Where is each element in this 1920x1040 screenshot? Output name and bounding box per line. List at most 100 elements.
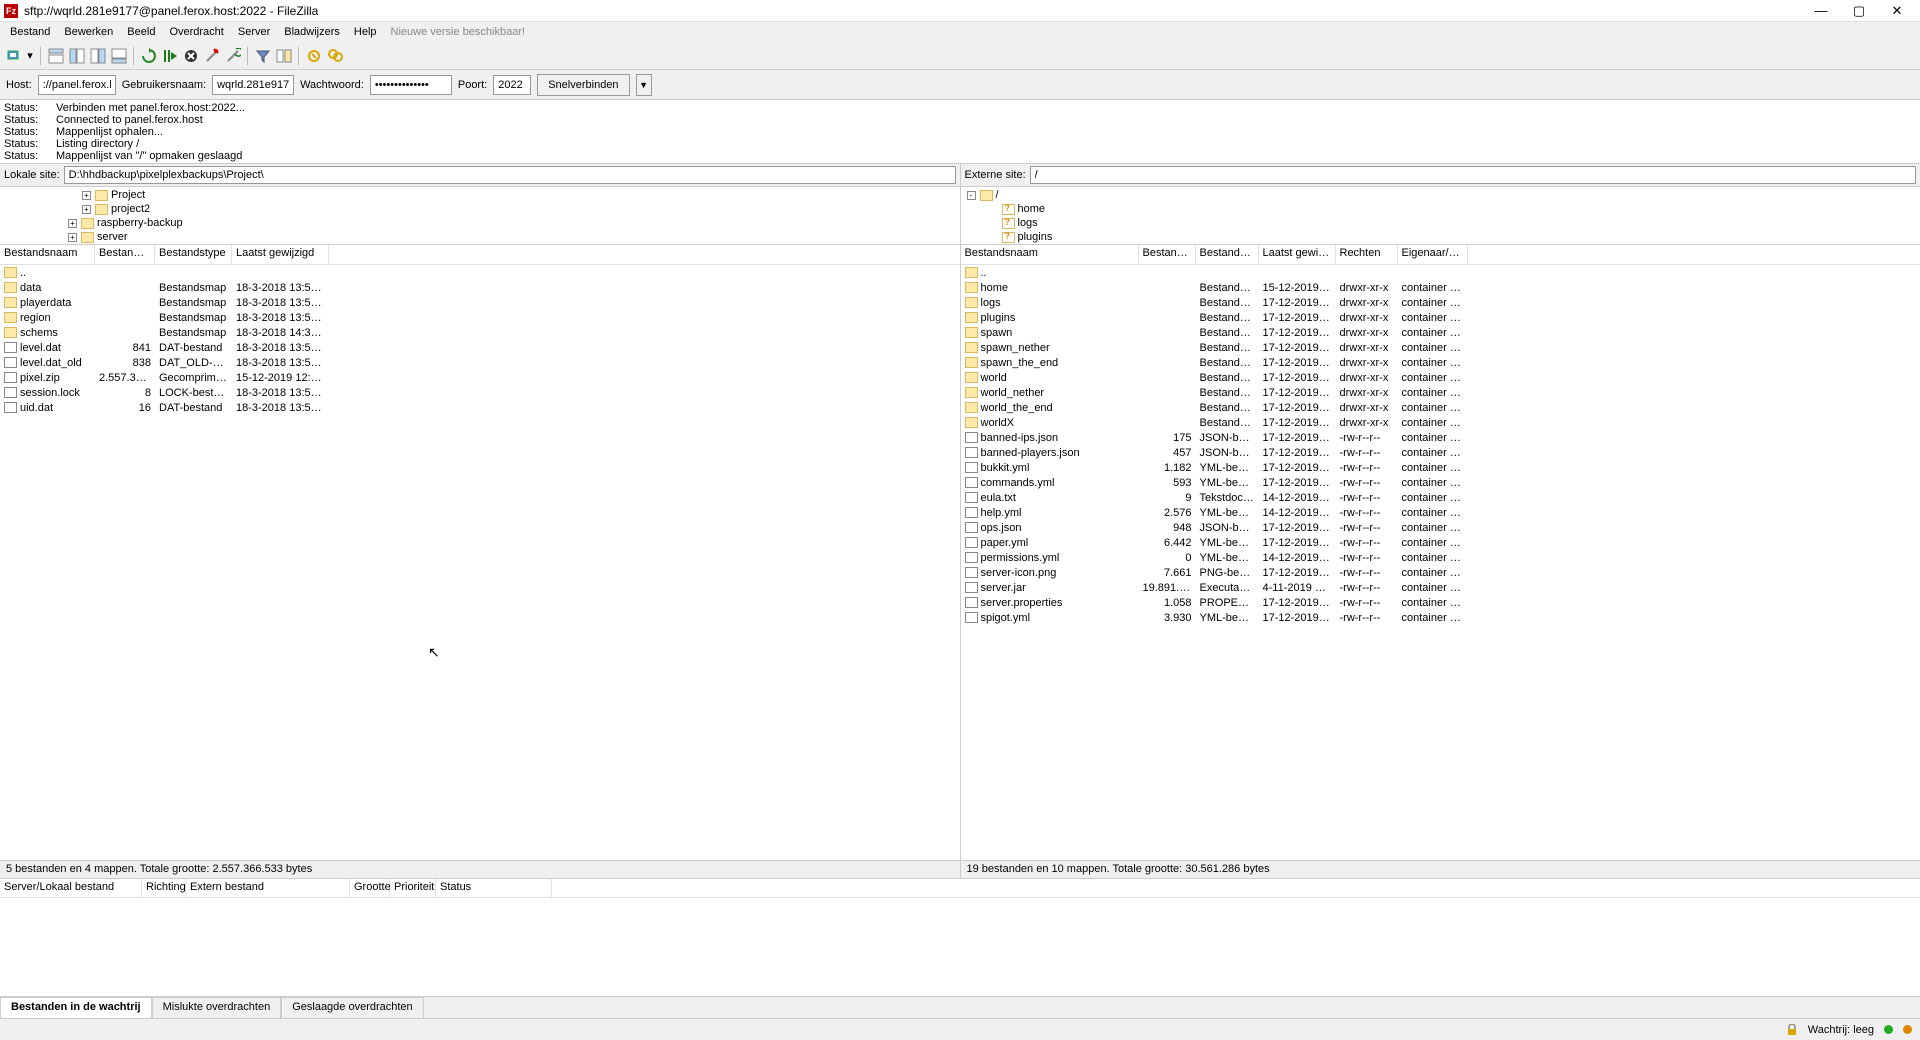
list-item[interactable]: worldBestandsm...17-12-2019 17:...drwxr-… (961, 370, 1920, 385)
menu-bewerken[interactable]: Bewerken (58, 24, 119, 40)
list-item[interactable]: pluginsBestandsm...17-12-2019 17:...drwx… (961, 310, 1920, 325)
toggle-local-tree-icon[interactable] (67, 46, 86, 65)
toggle-queue-icon[interactable] (109, 46, 128, 65)
remote-site-input[interactable] (1030, 166, 1916, 184)
col-owner[interactable]: Eigenaar/groep (1398, 245, 1468, 264)
toggle-remote-tree-icon[interactable] (88, 46, 107, 65)
list-item[interactable]: playerdataBestandsmap18-3-2018 13:58:59 (0, 295, 960, 310)
list-item[interactable]: banned-players.json457JSON-best...17-12-… (961, 445, 1920, 460)
list-item[interactable]: pixel.zip2.557.364.8...Gecomprimeer...15… (0, 370, 960, 385)
col-size[interactable]: Bestandsg... (1139, 245, 1196, 264)
list-item[interactable]: eula.txt9Tekstdocu...14-12-2019 22:...-r… (961, 490, 1920, 505)
tree-item[interactable]: +raspberry-backup (2, 216, 958, 230)
list-item[interactable]: spawn_netherBestandsm...17-12-2019 17:..… (961, 340, 1920, 355)
expander-icon[interactable]: + (68, 219, 77, 228)
q-col-dir[interactable]: Richting (142, 879, 186, 897)
remote-tree[interactable]: -/homelogsplugins (960, 187, 1920, 244)
reconnect-icon[interactable] (223, 46, 242, 65)
list-item[interactable]: permissions.yml0YML-besta...14-12-2019 2… (961, 550, 1920, 565)
tab-queued[interactable]: Bestanden in de wachtrij (0, 997, 152, 1018)
q-col-size[interactable]: Grootte (350, 879, 390, 897)
list-item[interactable]: ops.json948JSON-best...17-12-2019 17:...… (961, 520, 1920, 535)
site-manager-icon[interactable] (4, 46, 23, 65)
list-item[interactable]: server.properties1.058PROPERTIE...17-12-… (961, 595, 1920, 610)
q-col-status[interactable]: Status (436, 879, 552, 897)
expander-icon[interactable]: + (68, 233, 77, 242)
list-item[interactable]: spigot.yml3.930YML-besta...17-12-2019 17… (961, 610, 1920, 625)
maximize-button[interactable]: ▢ (1840, 0, 1878, 22)
expander-icon[interactable]: + (82, 205, 91, 214)
list-item[interactable]: regionBestandsmap18-3-2018 13:59:00 (0, 310, 960, 325)
minimize-button[interactable]: — (1802, 0, 1840, 22)
q-col-prio[interactable]: Prioriteit (390, 879, 436, 897)
local-site-input[interactable] (64, 166, 956, 184)
list-item[interactable]: server.jar19.891.199Executable...4-11-20… (961, 580, 1920, 595)
tree-item[interactable]: +server (2, 230, 958, 244)
col-type[interactable]: Bestandstype (155, 245, 232, 264)
site-manager-dropdown-icon[interactable]: ▾ (25, 46, 35, 65)
col-size[interactable]: Bestandsgr... (95, 245, 155, 264)
list-item[interactable]: worldXBestandsm...17-12-2019 17:...drwxr… (961, 415, 1920, 430)
expander-icon[interactable]: + (82, 191, 91, 200)
list-item[interactable]: session.lock8LOCK-bestand18-3-2018 13:58… (0, 385, 960, 400)
col-date[interactable]: Laatst gewijzigd (1259, 245, 1336, 264)
list-item[interactable]: world_the_endBestandsm...17-12-2019 17:.… (961, 400, 1920, 415)
list-item[interactable]: .. (961, 265, 1920, 280)
list-item[interactable]: help.yml2.576YML-besta...14-12-2019 22:.… (961, 505, 1920, 520)
list-item[interactable]: homeBestandsm...15-12-2019 15:...drwxr-x… (961, 280, 1920, 295)
port-input[interactable] (493, 75, 531, 95)
local-list-body[interactable]: ..dataBestandsmap18-3-2018 13:58:58playe… (0, 265, 960, 860)
list-item[interactable]: uid.dat16DAT-bestand18-3-2018 13:58:58 (0, 400, 960, 415)
list-item[interactable]: schemsBestandsmap18-3-2018 14:39:44 (0, 325, 960, 340)
toggle-log-icon[interactable] (46, 46, 65, 65)
list-item[interactable]: bukkit.yml1.182YML-besta...17-12-2019 17… (961, 460, 1920, 475)
col-perm[interactable]: Rechten (1336, 245, 1398, 264)
list-item[interactable]: server-icon.png7.661PNG-besta...17-12-20… (961, 565, 1920, 580)
col-name[interactable]: Bestandsnaam (961, 245, 1139, 264)
quickconnect-button[interactable]: Snelverbinden (537, 74, 629, 96)
tab-failed[interactable]: Mislukte overdrachten (152, 997, 282, 1018)
col-date[interactable]: Laatst gewijzigd (232, 245, 329, 264)
list-item[interactable]: commands.yml593YML-besta...17-12-2019 17… (961, 475, 1920, 490)
disconnect-icon[interactable] (202, 46, 221, 65)
list-item[interactable]: level.dat_old838DAT_OLD-best...18-3-2018… (0, 355, 960, 370)
host-input[interactable] (38, 75, 116, 95)
tree-item[interactable]: -/ (963, 188, 1919, 202)
search-icon[interactable] (325, 46, 344, 65)
compare-icon[interactable] (274, 46, 293, 65)
lock-icon[interactable] (1786, 1024, 1798, 1036)
filter-icon[interactable] (253, 46, 272, 65)
quickconnect-dropdown[interactable]: ▼ (636, 74, 652, 96)
tree-item[interactable]: plugins (963, 230, 1919, 244)
q-col-server[interactable]: Server/Lokaal bestand (0, 879, 142, 897)
list-item[interactable]: logsBestandsm...17-12-2019 17:...drwxr-x… (961, 295, 1920, 310)
pass-input[interactable] (370, 75, 452, 95)
menu-bestand[interactable]: Bestand (4, 24, 56, 40)
list-item[interactable]: level.dat841DAT-bestand18-3-2018 13:58:5… (0, 340, 960, 355)
list-item[interactable]: spawn_the_endBestandsm...17-12-2019 17:.… (961, 355, 1920, 370)
expander-icon[interactable]: - (967, 191, 976, 200)
refresh-icon[interactable] (139, 46, 158, 65)
log-panel[interactable]: Status:Verbinden met panel.ferox.host:20… (0, 100, 1920, 164)
list-item[interactable]: banned-ips.json175JSON-best...17-12-2019… (961, 430, 1920, 445)
close-button[interactable]: ✕ (1878, 0, 1916, 22)
menu-overdracht[interactable]: Overdracht (163, 24, 229, 40)
user-input[interactable] (212, 75, 294, 95)
list-item[interactable]: dataBestandsmap18-3-2018 13:58:58 (0, 280, 960, 295)
cancel-icon[interactable] (181, 46, 200, 65)
sync-browse-icon[interactable] (304, 46, 323, 65)
list-item[interactable]: .. (0, 265, 960, 280)
col-name[interactable]: Bestandsnaam (0, 245, 95, 264)
tree-item[interactable]: +Project (2, 188, 958, 202)
list-item[interactable]: spawnBestandsm...17-12-2019 17:...drwxr-… (961, 325, 1920, 340)
list-item[interactable]: world_netherBestandsm...17-12-2019 17:..… (961, 385, 1920, 400)
menu-beeld[interactable]: Beeld (121, 24, 161, 40)
update-notice[interactable]: Nieuwe versie beschikbaar! (391, 26, 526, 38)
local-tree[interactable]: +Project+project2+raspberry-backup+serve… (0, 187, 960, 244)
tree-item[interactable]: +project2 (2, 202, 958, 216)
menu-server[interactable]: Server (232, 24, 276, 40)
tree-item[interactable]: logs (963, 216, 1919, 230)
process-queue-icon[interactable] (160, 46, 179, 65)
menu-bladwijzers[interactable]: Bladwijzers (278, 24, 346, 40)
remote-list-body[interactable]: ..homeBestandsm...15-12-2019 15:...drwxr… (961, 265, 1920, 860)
